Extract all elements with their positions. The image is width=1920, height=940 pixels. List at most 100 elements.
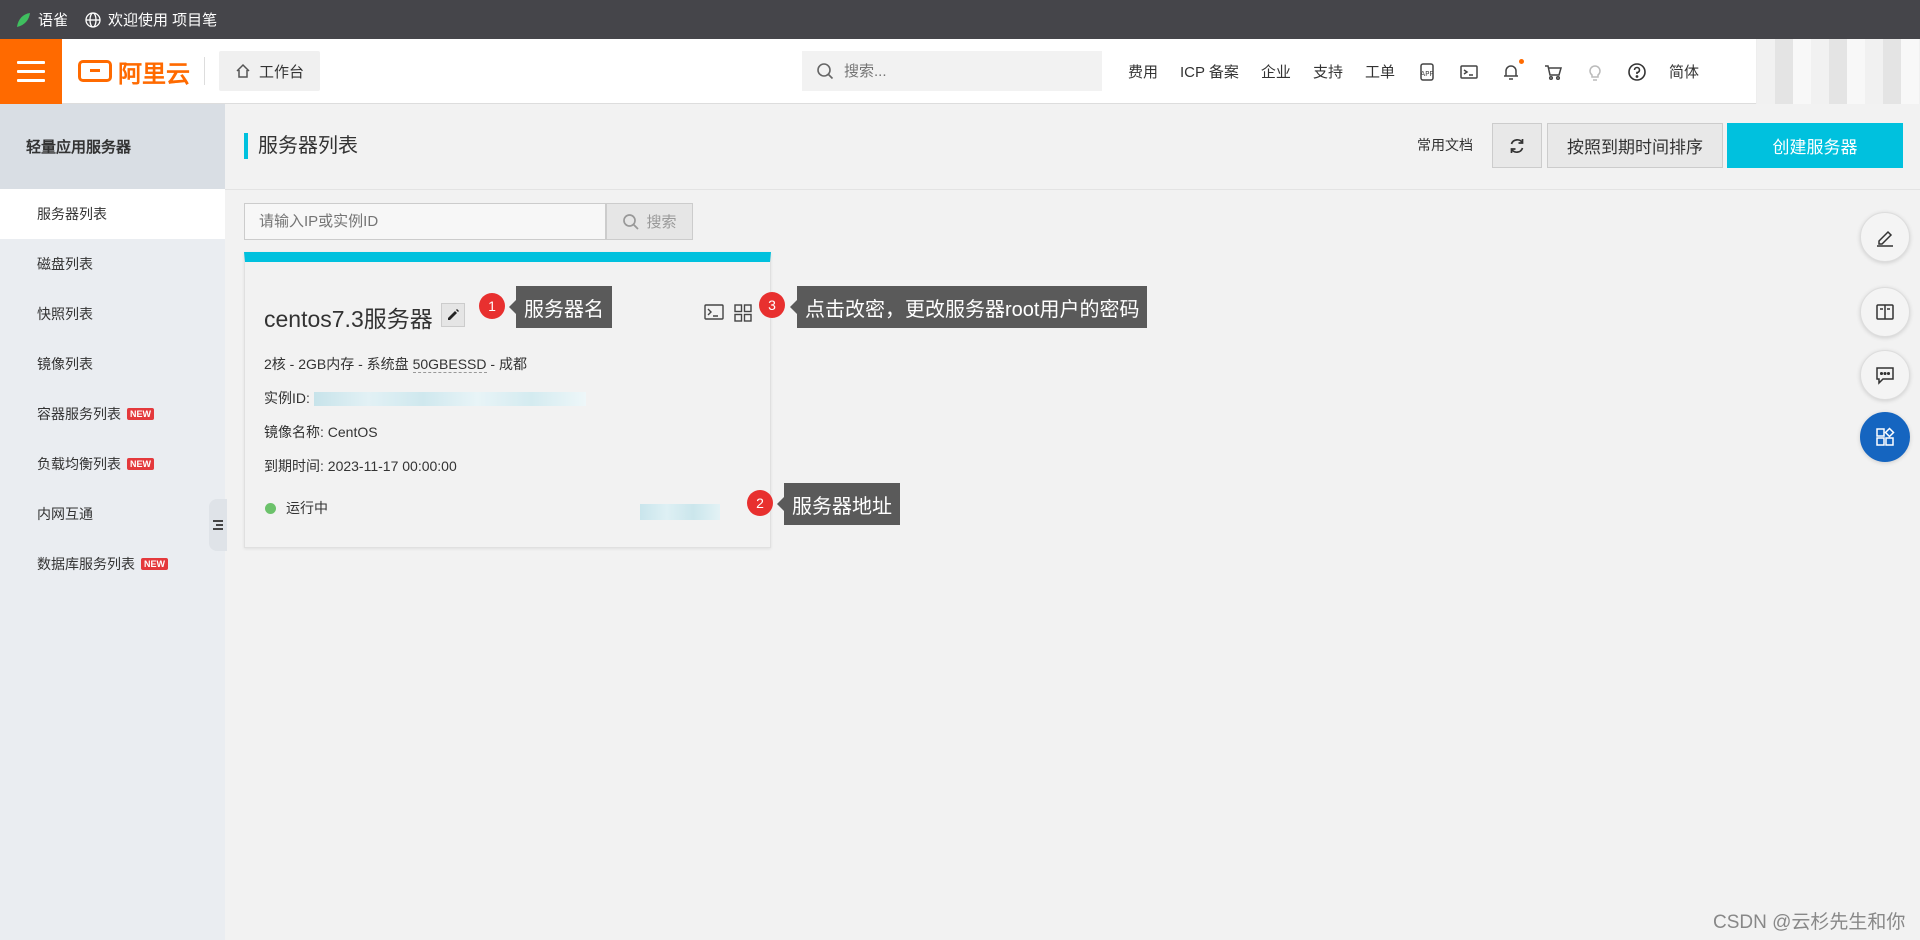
- home-icon: [236, 63, 250, 78]
- search-button-label: 搜索: [646, 214, 677, 231]
- annotation-callout-server-name: 服务器名: [509, 286, 612, 328]
- search-icon: [817, 63, 834, 80]
- instance-id-value-blurred: [313, 392, 586, 407]
- global-search[interactable]: [802, 51, 1102, 91]
- server-card[interactable]: centos7.3服务器 2核 - 2GB内存 - 系统盘 50GBESSD -…: [244, 252, 771, 548]
- bookmarks-bar: 语雀 欢迎使用 项目笔: [0, 0, 1920, 39]
- pen-icon: [1877, 230, 1893, 247]
- hamburger-menu-icon[interactable]: [0, 38, 62, 104]
- workbench-button[interactable]: 工作台: [219, 51, 321, 91]
- terminal-icon[interactable]: [1459, 62, 1479, 82]
- refresh-icon: [1510, 138, 1524, 153]
- page-title: 服务器列表: [244, 133, 358, 159]
- sidebar-item-database-list[interactable]: 数据库服务列表 NEW: [0, 539, 225, 589]
- remote-connect-icon[interactable]: [704, 304, 724, 327]
- ip-or-instance-search-input[interactable]: [244, 203, 606, 240]
- sidebar-item-label: 负载均衡列表: [37, 456, 121, 472]
- status-dot: [265, 502, 276, 514]
- apps-shortcut-button[interactable]: [1860, 412, 1910, 462]
- expiry-label: 到期时间:: [264, 458, 324, 474]
- sidebar-item-image-list[interactable]: 镜像列表: [0, 339, 225, 389]
- edit-name-button[interactable]: [441, 303, 465, 327]
- bookmark-project-notes[interactable]: 欢迎使用 项目笔: [84, 9, 217, 30]
- change-password-icon[interactable]: [734, 304, 752, 327]
- bell-icon[interactable]: [1501, 58, 1524, 82]
- watermark: CSDN @云杉先生和你: [1713, 912, 1906, 933]
- server-spec: 2核 - 2GB内存 - 系统盘 50GBESSD - 成都: [264, 354, 527, 374]
- docs-link[interactable]: 常用文档: [1417, 135, 1473, 155]
- nav-links: 费用 ICP 备案 企业 支持 工单 APP 简体: [1128, 39, 1721, 104]
- spec-disk: 50GBESSD: [412, 356, 487, 373]
- global-search-input[interactable]: [844, 62, 1074, 80]
- nav-link-support[interactable]: 支持: [1313, 61, 1343, 82]
- feedback-edit-button[interactable]: [1860, 212, 1910, 262]
- server-name[interactable]: centos7.3服务器: [264, 300, 433, 334]
- lightbulb-icon[interactable]: [1585, 62, 1605, 82]
- sidebar-item-label: 服务器列表: [37, 206, 107, 222]
- image-name-value: CentOS: [327, 424, 378, 440]
- new-badge: NEW: [127, 408, 154, 420]
- sidebar-item-label: 内网互通: [37, 506, 93, 522]
- status-text: 运行中: [286, 500, 328, 516]
- refresh-button[interactable]: [1492, 123, 1542, 168]
- chat-button[interactable]: [1860, 350, 1910, 400]
- annotation-marker-1: 1: [479, 293, 505, 319]
- leaf-icon: [14, 11, 32, 29]
- status-badge: 运行中: [265, 498, 328, 518]
- pencil-icon: [448, 309, 459, 320]
- aliyun-logo-mark: [78, 60, 112, 82]
- instance-id-row: 实例ID:: [264, 388, 586, 408]
- language-switch[interactable]: 简体: [1669, 61, 1699, 82]
- sidebar-collapse-icon[interactable]: [209, 499, 227, 551]
- annotation-callout-server-address: 服务器地址: [777, 483, 900, 525]
- spec-suffix: - 成都: [486, 356, 527, 372]
- sidebar-item-container-list[interactable]: 容器服务列表 NEW: [0, 389, 225, 439]
- globe-icon: [84, 11, 102, 29]
- sidebar-item-label: 镜像列表: [37, 356, 93, 372]
- annotation-marker-3: 3: [759, 292, 785, 318]
- notification-dot: [1518, 58, 1524, 64]
- nav-link-icp[interactable]: ICP 备案: [1180, 61, 1239, 82]
- nav-link-fees[interactable]: 费用: [1128, 61, 1158, 82]
- nav-link-tickets[interactable]: 工单: [1365, 61, 1395, 82]
- sort-by-expiry-button[interactable]: 按照到期时间排序: [1547, 123, 1723, 168]
- bookmark-label: 语雀: [38, 12, 69, 29]
- bookmark-yuque[interactable]: 语雀: [14, 9, 68, 30]
- chat-icon: [1876, 367, 1894, 385]
- annotation-callout-change-password: 点击改密，更改服务器root用户的密码: [789, 286, 1148, 328]
- book-icon: [1876, 304, 1894, 320]
- nav-link-enterprise[interactable]: 企业: [1261, 61, 1291, 82]
- server-ip-blurred[interactable]: [640, 504, 720, 520]
- expiry-value: 2023-11-17 00:00:00: [327, 458, 457, 474]
- sidebar-item-snapshot-list[interactable]: 快照列表: [0, 289, 225, 339]
- svg-text:APP: APP: [1420, 70, 1433, 78]
- app-icon[interactable]: APP: [1417, 62, 1437, 82]
- search-button[interactable]: 搜索: [606, 203, 693, 240]
- image-name-label: 镜像名称:: [264, 424, 324, 440]
- user-avatar[interactable]: [1756, 39, 1920, 104]
- annotation-marker-2: 2: [747, 490, 773, 516]
- sidebar-title: 轻量应用服务器: [0, 104, 225, 189]
- sidebar-item-intranet[interactable]: 内网互通: [0, 489, 225, 539]
- aliyun-logo[interactable]: 阿里云: [78, 54, 190, 89]
- top-navigation: 阿里云 工作台 费用 ICP 备案 企业 支持 工单 APP: [0, 38, 1920, 104]
- docs-book-button[interactable]: [1860, 287, 1910, 337]
- page-header: 服务器列表 常用文档 按照到期时间排序 创建服务器: [225, 104, 1920, 190]
- apps-grid-icon: [1876, 427, 1895, 446]
- workbench-label: 工作台: [259, 63, 305, 81]
- sidebar-item-label: 数据库服务列表: [37, 556, 135, 572]
- expiry-row: 到期时间: 2023-11-17 00:00:00: [264, 456, 457, 476]
- sidebar-item-label: 磁盘列表: [37, 256, 93, 272]
- search-icon: [623, 213, 640, 230]
- instance-id-label: 实例ID:: [264, 390, 310, 406]
- sidebar-item-server-list[interactable]: 服务器列表: [0, 189, 225, 239]
- new-badge: NEW: [141, 558, 168, 570]
- image-name-row: 镜像名称: CentOS: [264, 422, 378, 442]
- create-server-button[interactable]: 创建服务器: [1727, 123, 1903, 168]
- help-icon[interactable]: [1627, 62, 1647, 82]
- sidebar-item-load-balancer-list[interactable]: 负载均衡列表 NEW: [0, 439, 225, 489]
- cart-icon[interactable]: [1543, 62, 1563, 82]
- sidebar: 轻量应用服务器 服务器列表 磁盘列表 快照列表 镜像列表 容器服务列表 NEW 负…: [0, 104, 225, 940]
- sidebar-item-disk-list[interactable]: 磁盘列表: [0, 239, 225, 289]
- divider: [204, 57, 205, 85]
